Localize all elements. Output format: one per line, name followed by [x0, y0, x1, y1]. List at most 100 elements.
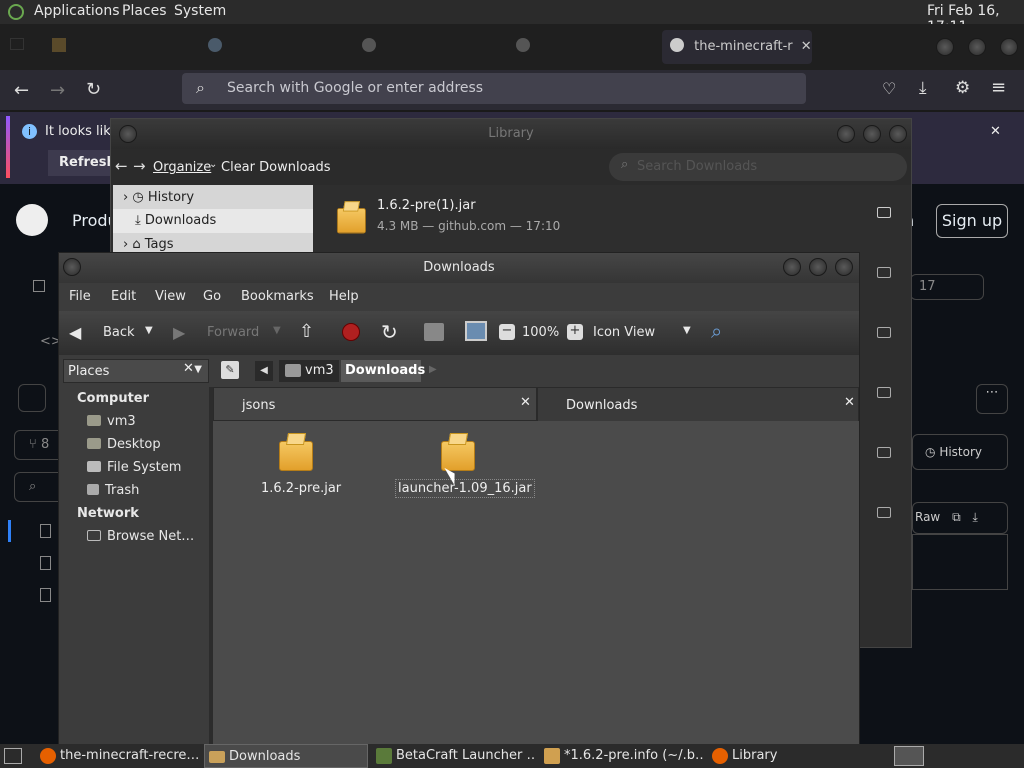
path-segment-downloads[interactable]: Downloads — [341, 360, 425, 382]
zoom-in-icon[interactable]: + — [567, 324, 583, 340]
download-raw-icon[interactable]: ⤓ — [972, 510, 977, 524]
open-folder-icon[interactable] — [877, 447, 891, 458]
tab-jsons[interactable]: jsons ✕ — [213, 387, 537, 421]
file-icon[interactable] — [40, 524, 51, 538]
back-arrow-icon[interactable]: ◀ — [69, 323, 81, 342]
chevron-down-icon[interactable]: ▼ — [683, 325, 691, 336]
taskbar-item-text-editor[interactable]: *1.6.2-pre.info (~/.b… — [540, 744, 704, 768]
sidebar-item-trash[interactable]: Trash — [87, 483, 139, 498]
library-search-field[interactable]: Search Downloads — [609, 153, 907, 181]
tree-item-tags[interactable]: › ⌂ Tags — [123, 237, 174, 252]
url-bar[interactable]: ⌕ Search with Google or enter address — [182, 73, 806, 104]
taskbar-item-downloads[interactable]: Downloads — [204, 744, 368, 768]
path-right-arrow-icon[interactable]: ▶ — [429, 364, 437, 375]
minimize-button[interactable] — [783, 258, 801, 276]
close-button[interactable] — [1000, 38, 1018, 56]
file-item[interactable]: 1.6.2-pre.jar — [253, 433, 343, 503]
menu-applications[interactable]: Applications — [34, 3, 120, 19]
close-tab-icon[interactable]: ✕ — [801, 39, 812, 54]
stop-icon[interactable] — [342, 323, 360, 341]
window-menu-button[interactable] — [63, 258, 81, 276]
file-item[interactable]: launcher-1.09_16.jar — [395, 433, 535, 503]
tree-item-downloads[interactable]: ⤓ Downloads — [113, 209, 313, 233]
taskbar-item-betacraft[interactable]: BetaCraft Launcher … — [372, 744, 536, 768]
close-tab-icon[interactable]: ✕ — [520, 395, 531, 410]
reload-icon[interactable]: ↻ — [381, 320, 398, 344]
back-history-dropdown-icon[interactable]: ▼ — [145, 325, 153, 336]
library-back-icon[interactable]: ← — [115, 157, 128, 175]
menu-help[interactable]: Help — [329, 289, 359, 304]
home-folder-icon[interactable] — [424, 323, 444, 341]
up-arrow-icon[interactable]: ⇧ — [299, 321, 314, 342]
minimize-button[interactable] — [936, 38, 954, 56]
copy-icon[interactable]: ⧉ — [952, 510, 961, 524]
tree-item-history[interactable]: › ◷ History — [123, 190, 194, 205]
search-icon[interactable]: ⌕ — [711, 319, 722, 343]
download-icon[interactable]: ⤓ — [919, 78, 927, 98]
library-maximize-button[interactable] — [863, 125, 881, 143]
maximize-button[interactable] — [968, 38, 986, 56]
path-left-arrow-icon[interactable]: ◀ — [255, 361, 273, 381]
view-mode-select[interactable]: Icon View — [593, 325, 655, 340]
menu-view[interactable]: View — [155, 289, 186, 304]
close-button[interactable] — [835, 258, 853, 276]
forward-arrow-icon[interactable]: → — [50, 80, 65, 101]
show-desktop-icon[interactable] — [4, 748, 22, 764]
back-button[interactable]: Back — [103, 325, 135, 340]
open-folder-icon[interactable] — [877, 327, 891, 338]
tab-downloads[interactable]: Downloads ✕ — [537, 387, 859, 421]
open-folder-icon[interactable] — [877, 207, 891, 218]
organize-menu[interactable]: Organize — [153, 160, 211, 175]
taskbar-item-library[interactable]: Library — [708, 744, 872, 768]
download-row[interactable]: 1.6.2-pre(1).jar 4.3 MB — github.com — 1… — [317, 185, 911, 245]
extensions-icon[interactable]: ⚙ — [955, 78, 970, 98]
forward-arrow-icon[interactable]: ▶ — [173, 323, 185, 342]
close-tab-icon[interactable]: ✕ — [844, 395, 855, 410]
menu-go[interactable]: Go — [203, 289, 221, 304]
menu-edit[interactable]: Edit — [111, 289, 136, 304]
sidebar-item-file-system[interactable]: File System — [87, 460, 181, 475]
computer-icon[interactable] — [465, 321, 487, 341]
forward-button[interactable]: Forward — [207, 325, 259, 340]
menu-system[interactable]: System — [174, 3, 226, 19]
menu-bookmarks[interactable]: Bookmarks — [241, 289, 314, 304]
location-edit-icon[interactable]: ✎ — [221, 361, 239, 379]
tab-4[interactable] — [516, 32, 666, 62]
forward-history-dropdown-icon[interactable]: ▼ — [273, 325, 281, 336]
gh-history-button[interactable]: ◷ History — [912, 434, 1008, 470]
sidebar-toggle-icon[interactable] — [18, 384, 46, 412]
maximize-button[interactable] — [809, 258, 827, 276]
more-options-icon[interactable]: ⋯ — [976, 384, 1008, 414]
open-folder-icon[interactable] — [877, 507, 891, 518]
sidebar-item-desktop[interactable]: Desktop — [87, 437, 161, 452]
back-arrow-icon[interactable]: ← — [14, 80, 29, 101]
file-icon[interactable] — [40, 588, 51, 602]
close-sidebar-icon[interactable]: ✕ — [183, 361, 194, 376]
gh-sign-up-button[interactable]: Sign up — [936, 204, 1008, 238]
zoom-level[interactable]: 100% — [522, 325, 559, 340]
gh-star-count[interactable]: 17 — [910, 274, 984, 300]
open-folder-icon[interactable] — [877, 387, 891, 398]
reload-icon[interactable]: ↻ — [86, 79, 101, 100]
library-menu-button[interactable] — [119, 125, 137, 143]
clear-downloads-button[interactable]: Clear Downloads — [221, 160, 331, 175]
gh-raw-button[interactable]: Raw — [915, 510, 940, 524]
menu-places[interactable]: Places — [122, 3, 167, 19]
tab-1[interactable] — [52, 32, 202, 62]
menu-file[interactable]: File — [69, 289, 91, 304]
github-logo-icon[interactable] — [16, 204, 48, 236]
workspace-switcher[interactable] — [894, 746, 924, 766]
open-folder-icon[interactable] — [877, 267, 891, 278]
distro-logo-icon[interactable] — [8, 4, 24, 20]
library-forward-icon[interactable]: → — [133, 157, 146, 175]
library-close-button[interactable] — [889, 125, 907, 143]
sidebar-item-vm3[interactable]: vm3 — [87, 414, 136, 429]
tab-2[interactable] — [208, 32, 358, 62]
hamburger-menu-icon[interactable]: ≡ — [991, 77, 1006, 98]
sidebar-item-browse-network[interactable]: Browse Net… — [87, 529, 194, 544]
tab-active[interactable]: the-minecraft-r ✕ — [662, 30, 812, 64]
firefox-view-icon[interactable] — [10, 32, 40, 62]
tab-3[interactable] — [362, 32, 512, 62]
refresh-button[interactable]: Refresh — [48, 150, 118, 176]
close-notification-icon[interactable]: ✕ — [990, 124, 1001, 139]
